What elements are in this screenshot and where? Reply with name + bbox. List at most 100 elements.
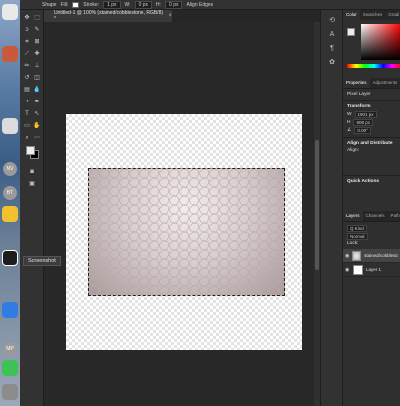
hand-tool-icon[interactable]: ✋ [33,122,41,130]
history-panel-icon[interactable]: ⟲ [327,16,337,26]
frame-tool-icon[interactable]: ⊠ [33,38,41,46]
transform-angle-field[interactable]: 0.00° [354,127,371,134]
transform-section: Transform W 1901 px H 808 px ∠ 0.00° [343,100,400,137]
document-canvas[interactable] [66,114,302,350]
fill-swatch[interactable] [72,1,80,8]
transform-h-label: H [347,120,351,125]
dock-app-icon[interactable] [2,206,18,222]
gradient-tool-icon[interactable]: ▤ [23,86,31,94]
dock-avatar-badge[interactable]: MP [3,342,17,356]
fill-label: Fill: [60,1,69,8]
align-title: Align and Distribute [347,141,393,146]
foreground-color-swatch[interactable] [26,146,35,155]
panel-foreground-swatch[interactable] [347,28,355,36]
tab-properties[interactable]: Properties [343,78,370,88]
align-section: Align and Distribute Align: [343,137,400,175]
healing-brush-icon[interactable]: ✚ [33,50,41,58]
dock-app-icon[interactable] [2,360,18,376]
artboard-tool-icon[interactable]: ⬚ [33,14,41,22]
eraser-tool-icon[interactable]: ◫ [33,74,41,82]
dock-app-icon[interactable] [2,118,18,134]
document-tab-title: Untitled-1 @ 100% (stained/cobblestone, … [54,10,164,22]
color-field[interactable] [361,24,400,60]
character-panel-icon[interactable]: A [327,30,337,40]
stroke-label: Stroke: [83,1,100,8]
layer-row[interactable]: ◉ Layer 1 [343,263,400,277]
tab-color[interactable]: Color [343,10,360,20]
lasso-tool-icon[interactable]: ↄ [23,26,31,34]
move-tool-icon[interactable]: ✥ [23,14,31,22]
quick-actions-title[interactable]: Quick Actions [347,179,396,184]
dock-avatar-badge[interactable]: BT [3,186,17,200]
pen-tool-icon[interactable]: ✒ [33,98,41,106]
eyedropper-tool-icon[interactable]: ⟋ [23,50,31,58]
tab-channels[interactable]: Channels [363,211,388,221]
tab-adjustments[interactable]: Adjustments [370,78,400,88]
history-brush-icon[interactable]: ↺ [23,74,31,82]
hue-slider[interactable] [347,64,400,68]
brush-tool-icon[interactable]: ✏ [23,62,31,70]
dock-app-icon[interactable] [2,384,18,400]
shape-tool-icon[interactable]: ▭ [23,122,31,130]
properties-panel-tabs: Properties Adjustments [343,78,400,88]
blur-tool-icon[interactable]: 💧 [33,86,41,94]
canvas-workspace[interactable] [44,22,320,406]
layer-name[interactable]: Layer 1 [366,267,381,272]
photoshop-window: NV BT MP Shape Fill: Stroke: 1 px W: 0 p… [0,0,400,406]
stained-cobblestone-image[interactable] [88,168,285,296]
document-tab[interactable]: Untitled-1 @ 100% (stained/cobblestone, … [44,10,172,22]
crop-tool-icon[interactable]: ⌗ [23,38,31,46]
angle-icon: ∠ [347,128,352,133]
type-tool-icon[interactable]: T [23,110,31,118]
blend-mode-select[interactable]: Normal [347,233,368,240]
screen-mode-icon[interactable]: ▣ [28,180,36,188]
stroke-width-field[interactable]: 1 px [103,0,121,9]
dock-app-icon[interactable] [2,4,18,20]
path-select-tool-icon[interactable]: ↖ [33,110,41,118]
pixel-layer-label: Pixel Layer [347,92,371,97]
clone-stamp-icon[interactable]: ⊥ [33,62,41,70]
tab-swatches[interactable]: Swatches [360,10,386,20]
visibility-eye-icon[interactable]: ◉ [345,267,350,273]
zoom-tool-icon[interactable]: ⌕ [23,134,31,142]
layers-controls: Q Kind Normal Lock: [343,221,400,249]
paragraph-panel-icon[interactable]: ¶ [327,44,337,54]
tab-gradients[interactable]: Gradi [385,10,400,20]
mac-dock: NV BT MP [0,0,20,406]
tool-mode-select[interactable]: Shape [42,2,56,8]
quick-actions-section: Quick Actions [343,175,400,209]
layer-filter-select[interactable]: Q Kind [347,225,367,232]
color-panel-tabs: Color Swatches Gradi [343,10,400,20]
close-tab-icon[interactable]: × [168,13,172,19]
color-picker [343,20,400,78]
dock-screenshot-icon[interactable] [2,250,18,266]
brush-settings-icon[interactable]: ✿ [327,58,337,68]
layers-list: ◉ stained/cobblestone ◉ Layer 1 [343,249,400,277]
width-label: W: [124,1,131,8]
width-field[interactable]: 0 px [134,0,153,9]
layers-panel-tabs: Layers Channels Paths [343,211,400,221]
align-sub-label: Align: [347,148,359,153]
dodge-tool-icon[interactable]: ◔ [23,98,31,106]
height-field[interactable]: 0 px [165,0,183,9]
tools-panel: ✥ ⬚ ↄ ✎ ⌗ ⊠ ⟋ ✚ ✏ ⊥ ↺ ◫ ▤ 💧 ◔ ✒ T ↖ ▭ ✋ … [20,10,44,406]
dock-app-icon[interactable] [2,46,18,62]
quick-mask-icon[interactable]: ◙ [28,168,36,176]
cobblestone-texture [89,169,284,295]
align-edges-checkbox[interactable]: Align Edges [186,2,213,8]
lock-label: Lock: [347,241,359,246]
scrollbar-thumb[interactable] [315,140,319,270]
more-tools-icon[interactable]: ⋯ [33,134,41,142]
dock-app-icon[interactable] [2,302,18,318]
transform-height-field[interactable]: 808 px [353,119,373,126]
transform-title: Transform [347,104,371,109]
layer-name[interactable]: stained/cobblestone [364,253,398,258]
transform-width-field[interactable]: 1901 px [354,111,377,118]
visibility-eye-icon[interactable]: ◉ [345,253,349,259]
tab-paths[interactable]: Paths [388,211,400,221]
tab-layers[interactable]: Layers [343,211,363,221]
layer-row[interactable]: ◉ stained/cobblestone [343,249,400,263]
dock-avatar-badge[interactable]: NV [3,162,17,176]
right-panels: Color Swatches Gradi Properties Adjustme… [342,10,400,406]
quick-select-tool-icon[interactable]: ✎ [33,26,41,34]
